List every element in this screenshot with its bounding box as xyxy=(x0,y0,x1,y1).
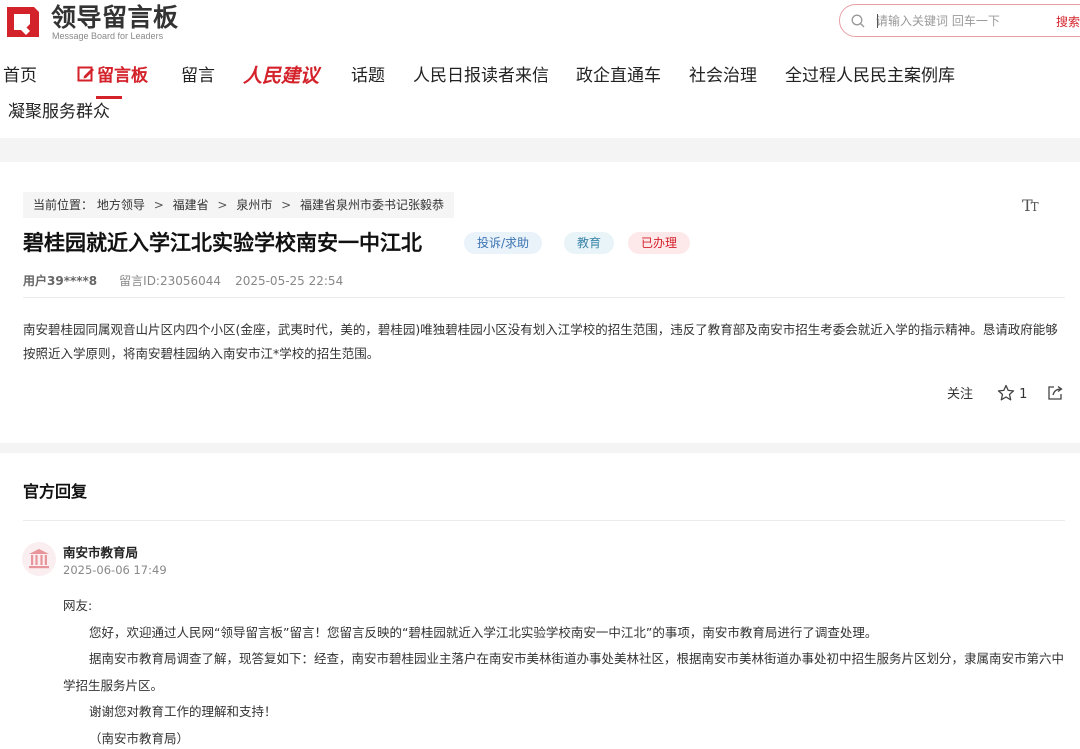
official-reply-heading: 官方回复 xyxy=(23,482,88,501)
favorite-button[interactable]: 1 xyxy=(997,384,1027,406)
search-input[interactable] xyxy=(876,11,1046,31)
breadcrumb-separator: > xyxy=(217,198,228,212)
message-meta: 用户39****8 留言ID:23056044 2025-05-25 22:54 xyxy=(23,272,343,290)
reply-paragraph: 您好，欢迎通过人民网“领导留言板”留言！您留言反映的“碧桂园就近入学江北实验学校… xyxy=(89,624,878,640)
nav-item-readers-letters[interactable]: 人民日报读者来信 xyxy=(413,64,549,88)
reply-body: 网友: 您好，欢迎通过人民网“领导留言板”留言！您留言反映的“碧桂园就近入学江北… xyxy=(63,593,1068,749)
breadcrumb-item-leader[interactable]: 福建省泉州市委书记张毅恭 xyxy=(300,198,444,212)
breadcrumb-item-city[interactable]: 泉州市 xyxy=(236,198,272,212)
star-count: 1 xyxy=(1019,387,1028,402)
reply-organization: 南安市教育局 xyxy=(63,545,139,560)
follow-button[interactable]: 关注 xyxy=(947,384,973,406)
nav-active-underline xyxy=(96,96,122,99)
nav-item-gov-enterprise[interactable]: 政企直通车 xyxy=(576,64,661,88)
text-size-icon[interactable]: TT xyxy=(1022,196,1039,215)
message-content: 南安碧桂园同属观音山片区内四个小区(金座，武夷时代，美的，碧桂园)唯独碧桂园小区… xyxy=(23,322,1058,361)
nav-item-message-board[interactable]: 留言板 xyxy=(77,64,148,88)
reply-datetime: 2025-06-06 17:49 xyxy=(63,563,167,577)
logo-title: 领导留言板 xyxy=(51,3,179,32)
nav-item-message-board-label: 留言板 xyxy=(97,66,148,86)
section-separator xyxy=(0,138,1080,162)
share-icon xyxy=(1048,385,1063,400)
search-box: 搜索 xyxy=(839,4,1080,37)
main-nav: 首页 留言板 留言 人民建议 话题 人民日报读者来信 政企直通车 社会治理 全过… xyxy=(0,55,1080,135)
tag-message-type[interactable]: 投诉/求助 xyxy=(464,232,543,254)
reply-paragraph: 谢谢您对教育工作的理解和支持！ xyxy=(89,704,277,719)
message-title: 碧桂园就近入学江北实验学校南安一中江北 xyxy=(23,231,422,255)
avatar xyxy=(22,542,56,576)
nav-item-people-suggestions[interactable]: 人民建议 xyxy=(243,61,319,88)
logo-mark-icon xyxy=(7,7,39,37)
nav-item-home[interactable]: 首页 xyxy=(3,64,37,88)
status-badge: 已办理 xyxy=(628,232,691,254)
government-building-icon xyxy=(29,549,49,569)
breadcrumb: 当前位置： 地方领导 > 福建省 > 泉州市 > 福建省泉州市委书记张毅恭 xyxy=(23,192,455,218)
message-datetime: 2025-05-25 22:54 xyxy=(235,274,344,288)
share-button[interactable] xyxy=(1046,384,1064,406)
nav-item-serve-masses[interactable]: 凝聚服务群众 xyxy=(8,100,110,124)
breadcrumb-prefix: 当前位置： xyxy=(33,198,94,212)
nav-item-messages[interactable]: 留言 xyxy=(181,64,215,88)
search-icon xyxy=(851,14,865,28)
search-caret xyxy=(877,14,878,28)
search-button[interactable]: 搜索 xyxy=(1056,13,1080,30)
breadcrumb-separator: > xyxy=(153,198,164,212)
tag-field[interactable]: 教育 xyxy=(564,232,615,254)
message-id: 留言ID:23056044 xyxy=(119,274,222,288)
star-icon xyxy=(997,384,1015,401)
site-header: 领导留言板 Message Board for Leaders 搜索 xyxy=(0,0,1080,44)
breadcrumb-separator: > xyxy=(281,198,292,212)
site-logo[interactable]: 领导留言板 Message Board for Leaders xyxy=(4,2,204,42)
logo-subtitle: Message Board for Leaders xyxy=(52,31,164,41)
breadcrumb-item-local-leaders[interactable]: 地方领导 xyxy=(97,198,145,212)
reply-greeting: 网友: xyxy=(63,598,93,613)
divider xyxy=(23,520,1065,521)
nav-item-social-governance[interactable]: 社会治理 xyxy=(689,64,757,88)
reply-signature: （南安市教育局） xyxy=(89,730,190,746)
nav-item-democracy-cases[interactable]: 全过程人民民主案例库 xyxy=(785,64,955,88)
message-user: 用户39****8 xyxy=(23,274,98,288)
nav-item-topics[interactable]: 话题 xyxy=(351,64,385,88)
breadcrumb-item-province[interactable]: 福建省 xyxy=(173,198,209,212)
edit-icon xyxy=(77,66,94,82)
reply-paragraph: 据南安市教育局调查了解，现答复如下：经查，南安市碧桂园业主落户在南安市美林街道办… xyxy=(63,651,1065,693)
divider xyxy=(23,297,1065,298)
section-separator xyxy=(0,443,1080,453)
